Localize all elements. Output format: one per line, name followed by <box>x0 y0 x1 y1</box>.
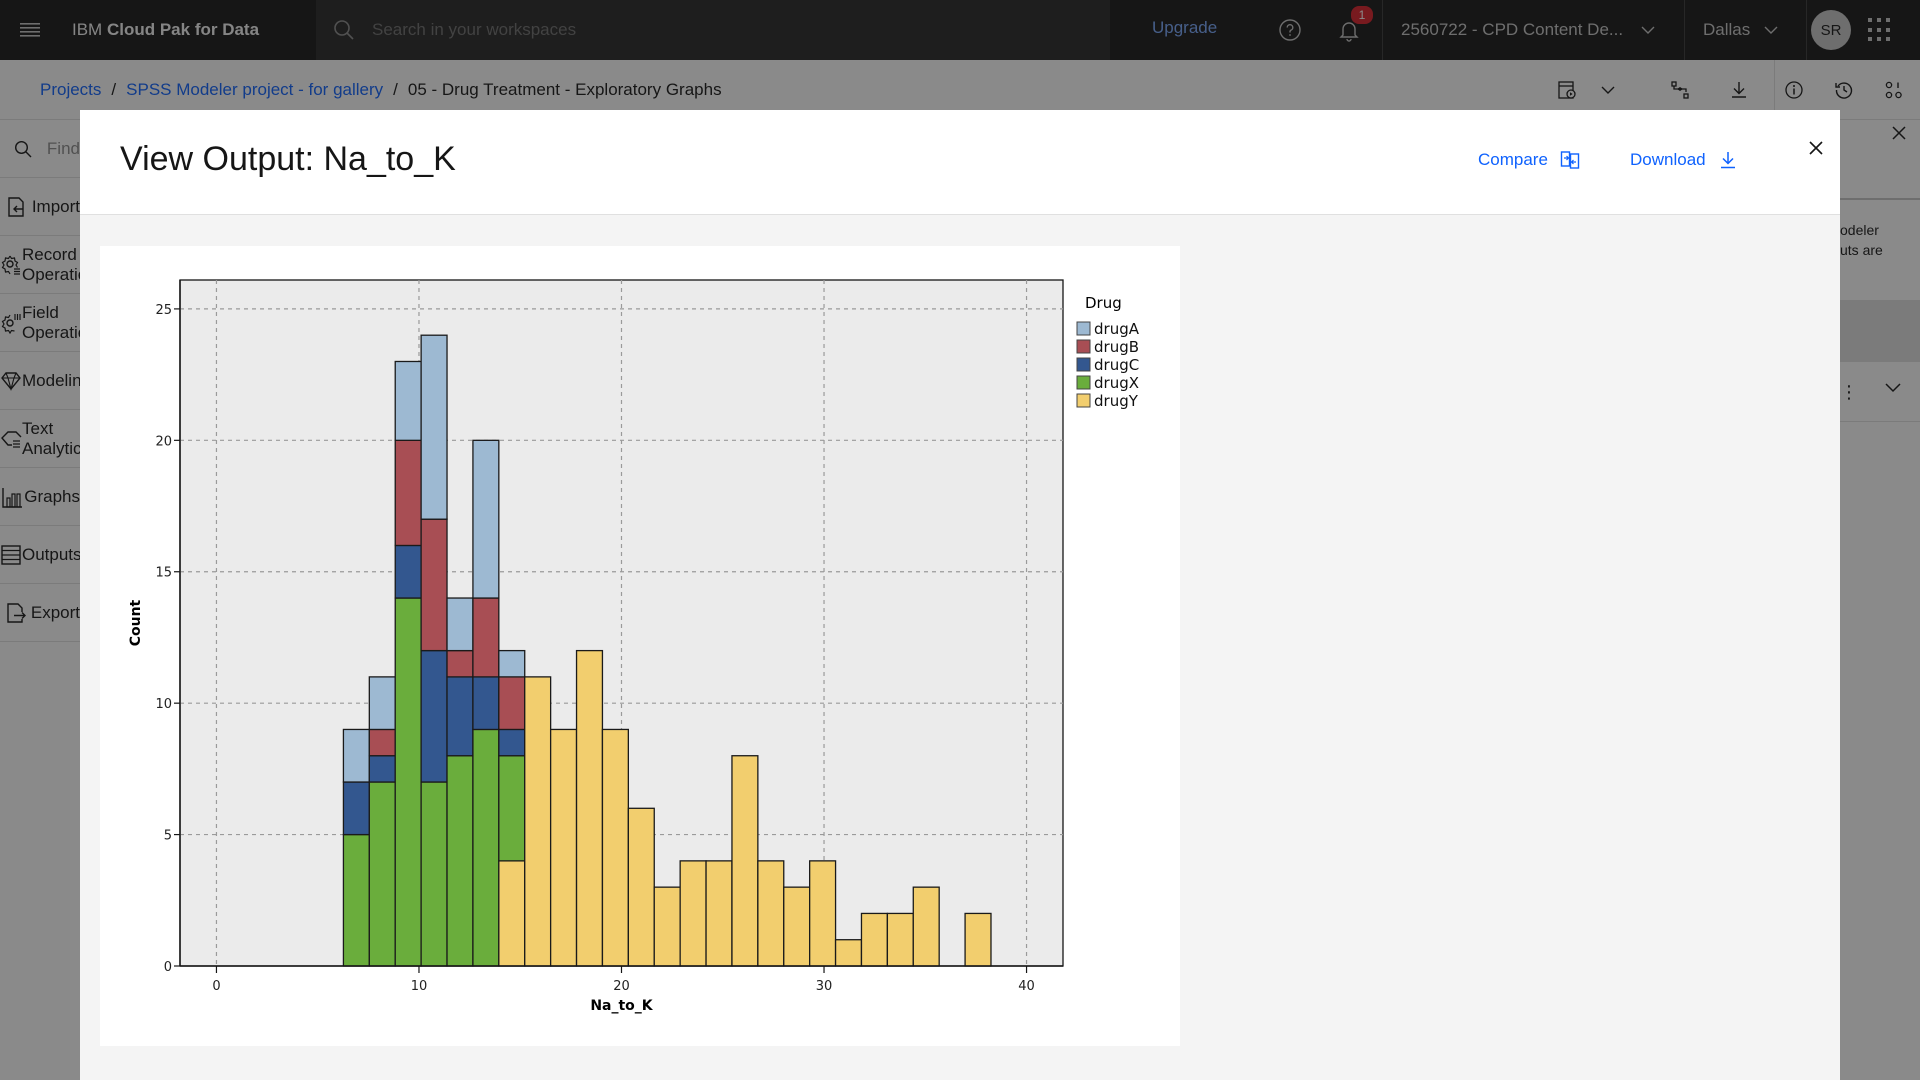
bar-segment-drugA <box>472 439 500 599</box>
y-tick-label: 10 <box>155 697 172 712</box>
x-axis-label: Na_to_K <box>590 998 653 1014</box>
bar-segment-drugA <box>342 728 370 783</box>
legend-swatch-drugY <box>1076 393 1091 408</box>
histogram-chart: 0 5 10 15 20 25 0 10 20 30 40 Na_to_K Count Drug d… <box>128 279 1140 1014</box>
bar-segment-drugY <box>834 939 863 967</box>
bar-segment-drugA <box>446 597 474 652</box>
bar-segment-drugB <box>394 439 422 547</box>
bar-segment-drugX <box>342 833 370 967</box>
bar-segment-drugA <box>394 360 422 441</box>
y-tick-label: 25 <box>155 303 172 318</box>
bar-segment-drugY <box>601 728 629 967</box>
bar-segment-drugB <box>420 518 448 652</box>
app: IBM Cloud Pak for Data Upgrade 1 2560722… <box>0 0 1920 1080</box>
bar-segment-drugY <box>731 755 759 967</box>
bar-segment-drugX <box>472 728 500 967</box>
legend-swatch-drugB <box>1076 339 1091 354</box>
legend: Drug drugAdrugBdrugCdrugXdrugY <box>1076 294 1140 410</box>
bar-segment-drugC <box>498 728 526 757</box>
bar-segment-drugY <box>653 886 681 967</box>
legend-label-drugX: drugX <box>1094 374 1139 392</box>
bar-segment-drugC <box>420 649 448 783</box>
legend-label-drugC: drugC <box>1094 356 1139 374</box>
x-tick-label: 20 <box>613 979 630 994</box>
bar-segment-drugY <box>575 649 604 967</box>
bar-segment-drugY <box>964 912 992 967</box>
bar-segment-drugY <box>705 860 733 967</box>
y-tick-label: 5 <box>164 829 172 844</box>
download-button[interactable]: Download <box>1630 150 1738 170</box>
x-tick-label: 10 <box>411 979 428 994</box>
compare-button[interactable]: Compare <box>1478 150 1580 170</box>
bar-segment-drugX <box>498 755 526 862</box>
view-output-modal: View Output: Na_to_K Compare Download 0 5… <box>80 110 1840 1080</box>
bar-segment-drugC <box>472 676 500 731</box>
bar-segment-drugC <box>446 676 474 757</box>
bar-segment-drugY <box>809 860 837 967</box>
bar-segment-drugY <box>783 886 811 967</box>
x-tick-label: 0 <box>212 979 220 994</box>
download-icon <box>1720 152 1735 169</box>
y-tick-label: 20 <box>155 434 172 449</box>
bar-segment-drugX <box>446 755 474 967</box>
legend-swatch-drugX <box>1076 375 1091 390</box>
bar-segment-drugB <box>446 649 474 678</box>
bar-segment-drugY <box>886 912 914 967</box>
bar-segment-drugY <box>912 886 940 967</box>
bar-segment-drugX <box>368 781 396 967</box>
bar-segment-drugY <box>757 860 785 967</box>
chart-container: 0 5 10 15 20 25 0 10 20 30 40 Na_to_K Count Drug d… <box>100 246 1180 1046</box>
legend-label-drugY: drugY <box>1094 392 1139 410</box>
y-tick-label: 15 <box>155 566 172 581</box>
bar-segment-drugX <box>394 597 422 967</box>
legend-swatch-drugA <box>1076 321 1091 336</box>
y-axis-label: Count <box>128 599 144 646</box>
close-modal-button[interactable] <box>1798 130 1834 166</box>
x-tick-label: 40 <box>1018 979 1035 994</box>
legend-title: Drug <box>1085 294 1122 312</box>
bar-segment-drugB <box>498 676 526 731</box>
legend-swatch-drugC <box>1076 357 1091 372</box>
close-icon <box>1809 141 1823 155</box>
bar-segment-drugY <box>679 860 707 967</box>
bar-segment-drugY <box>498 860 526 967</box>
bar-segment-drugC <box>342 781 370 836</box>
bar-segment-drugC <box>394 544 422 599</box>
compare-label: Compare <box>1478 150 1548 169</box>
legend-label-drugB: drugB <box>1094 338 1139 356</box>
bar-segment-drugC <box>368 755 396 783</box>
compare-icon <box>1560 151 1580 169</box>
bar-segment-drugY <box>860 912 889 967</box>
modal-title: View Output: Na_to_K <box>120 140 456 178</box>
bar-segment-drugB <box>472 597 500 678</box>
legend-label-drugA: drugA <box>1094 320 1140 338</box>
bar-segment-drugB <box>368 728 396 757</box>
modal-header: View Output: Na_to_K Compare Download <box>80 110 1840 215</box>
bar-segment-drugY <box>627 807 655 967</box>
bar-segment-drugY <box>549 728 578 967</box>
y-tick-label: 0 <box>164 960 172 975</box>
x-tick-label: 30 <box>816 979 833 994</box>
bar-segment-drugY <box>524 676 552 967</box>
bar-segment-drugA <box>368 676 396 731</box>
bar-segment-drugX <box>420 781 448 967</box>
bar-segment-drugA <box>498 649 526 678</box>
bar-segment-drugA <box>420 334 448 520</box>
download-label: Download <box>1630 150 1706 169</box>
